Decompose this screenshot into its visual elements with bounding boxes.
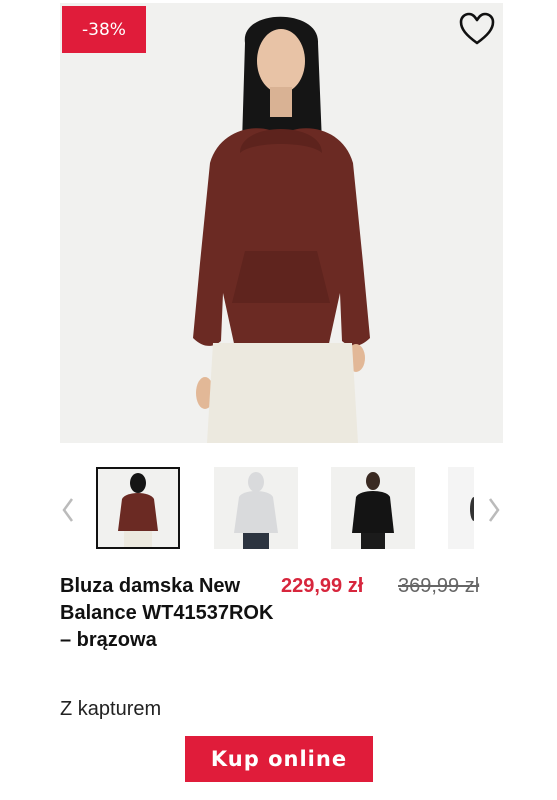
- gallery-thumbnail-1[interactable]: [96, 467, 180, 549]
- chevron-left-icon: [62, 498, 74, 522]
- gallery-thumbnail-2[interactable]: [214, 467, 298, 549]
- product-subtitle: Z kapturem: [60, 698, 162, 720]
- original-price: 369,99 zł: [398, 575, 480, 597]
- discount-badge-label: -38%: [82, 19, 126, 40]
- buy-online-label: Kup online: [210, 747, 348, 771]
- current-price: 229,99 zł: [281, 575, 364, 597]
- thumbnail-partial-image: [448, 467, 474, 549]
- gallery-thumbnail-4[interactable]: [448, 467, 474, 549]
- wishlist-button[interactable]: [458, 12, 496, 46]
- thumbnail-brown-hoodie-image: [98, 469, 178, 547]
- discount-badge: -38%: [62, 6, 146, 53]
- heart-outline-icon: [459, 12, 495, 45]
- buy-online-button[interactable]: Kup online: [185, 736, 373, 782]
- product-photo-illustration: [60, 3, 503, 443]
- product-title: Bluza damska New Balance WT41537ROK – br…: [60, 575, 274, 651]
- product-main-image[interactable]: [60, 3, 503, 443]
- gallery-prev-button[interactable]: [58, 495, 78, 525]
- gallery-next-button[interactable]: [484, 495, 504, 525]
- gallery-thumbnail-3[interactable]: [331, 467, 415, 549]
- chevron-right-icon: [488, 498, 500, 522]
- thumbnail-black-hoodie-image: [331, 467, 415, 549]
- thumbnail-grey-hoodie-image: [214, 467, 298, 549]
